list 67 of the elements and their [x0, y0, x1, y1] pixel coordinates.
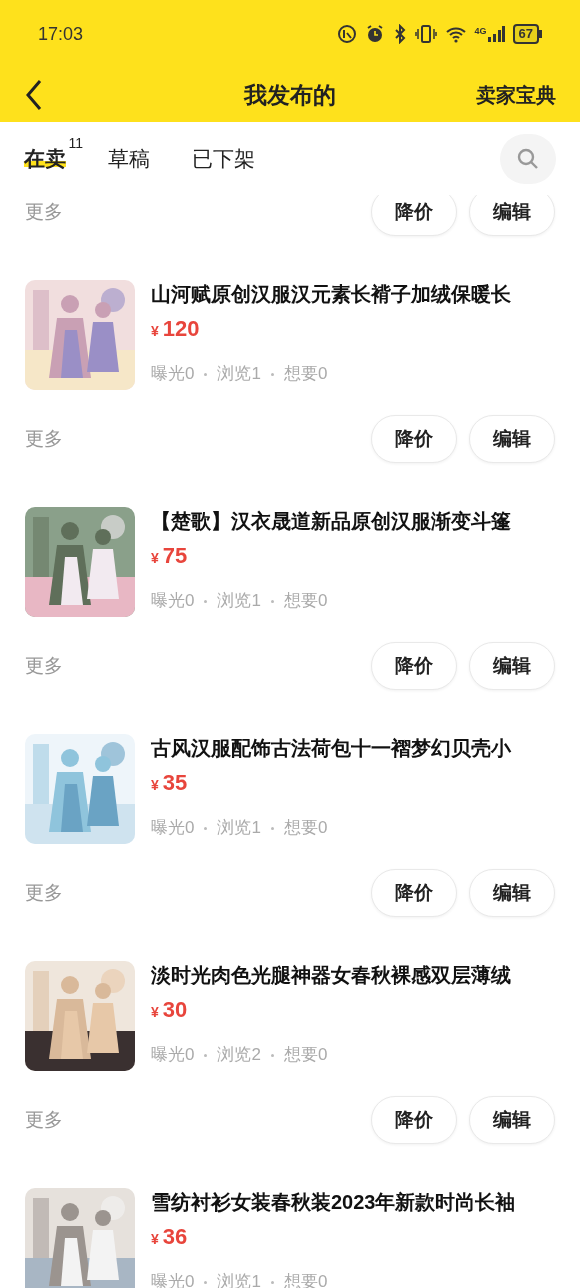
item-price: 36	[162, 1223, 188, 1251]
currency-symbol: ¥	[151, 1003, 159, 1022]
wifi-icon	[444, 25, 467, 43]
search-icon	[517, 147, 539, 170]
item-title[interactable]: 山河赋原创汉服汉元素长褙子加绒保暖长	[151, 280, 511, 308]
price-cut-button[interactable]: 降价	[371, 1096, 457, 1144]
currency-symbol: ¥	[151, 322, 159, 341]
item-stat: 曝光0	[151, 362, 195, 385]
battery-tip-icon	[539, 30, 542, 38]
item-stat: 浏览1	[217, 1270, 261, 1288]
price-cut-button[interactable]: 降价	[371, 195, 457, 236]
currency-symbol: ¥	[151, 776, 159, 795]
separator-dot-icon	[270, 1280, 274, 1284]
network-label: 4G	[474, 25, 487, 38]
item-stat: 曝光0	[151, 1043, 195, 1066]
data-saver-icon	[336, 24, 357, 44]
page-title: 我发布的	[244, 80, 336, 110]
price-cut-button[interactable]: 降价	[371, 869, 457, 917]
item-stat: 想要0	[283, 589, 328, 612]
item-stat: 浏览2	[217, 1043, 261, 1066]
item-stat: 想要0	[283, 816, 328, 839]
bluetooth-icon	[392, 24, 407, 44]
item-stat: 浏览1	[217, 362, 261, 385]
item-price: 35	[162, 769, 188, 797]
separator-dot-icon	[204, 1053, 208, 1057]
item-stat: 想要0	[283, 1270, 328, 1288]
price-cut-button[interactable]: 降价	[371, 642, 457, 690]
edit-button[interactable]: 编辑	[469, 642, 555, 690]
item-title[interactable]: 古风汉服配饰古法荷包十一褶梦幻贝壳小	[151, 734, 511, 762]
item-title[interactable]: 淡时光肉色光腿神器女春秋裸感双层薄绒	[151, 961, 511, 989]
item-price: 30	[162, 996, 188, 1024]
item-title[interactable]: 雪纺衬衫女装春秋装2023年新款时尚长袖	[151, 1188, 516, 1216]
back-icon[interactable]	[24, 78, 44, 112]
edit-button[interactable]: 编辑	[469, 1096, 555, 1144]
edit-button[interactable]: 编辑	[469, 195, 555, 236]
currency-symbol: ¥	[151, 1230, 159, 1249]
separator-dot-icon	[204, 1280, 208, 1284]
clock-time: 17:03	[38, 22, 84, 46]
item-stat: 曝光0	[151, 816, 195, 839]
separator-dot-icon	[270, 1053, 274, 1057]
item-price: 120	[162, 315, 200, 343]
tab[interactable]: 草稿	[108, 142, 150, 175]
seller-guide-link[interactable]: 卖家宝典	[476, 80, 556, 110]
separator-dot-icon	[204, 372, 208, 376]
item-title[interactable]: 【楚歌】汉衣晟道新品原创汉服渐变斗篷	[151, 507, 511, 535]
battery-level: 67	[512, 24, 539, 44]
edit-button[interactable]: 编辑	[469, 869, 555, 917]
item-stat: 曝光0	[151, 589, 195, 612]
separator-dot-icon	[270, 599, 274, 603]
currency-symbol: ¥	[151, 549, 159, 568]
item-stat: 想要0	[283, 362, 328, 385]
item-stat: 曝光0	[151, 1270, 195, 1288]
tab-count: 11	[68, 133, 83, 153]
edit-button[interactable]: 编辑	[469, 415, 555, 463]
separator-dot-icon	[270, 826, 274, 830]
item-stat: 浏览1	[217, 816, 261, 839]
search-button[interactable]	[500, 133, 556, 184]
signal-icon	[486, 25, 505, 43]
tab[interactable]: 已下架	[192, 142, 255, 175]
separator-dot-icon	[204, 599, 208, 603]
item-stat: 想要0	[283, 1043, 328, 1066]
item-price: 75	[162, 542, 188, 570]
price-cut-button[interactable]: 降价	[371, 415, 457, 463]
separator-dot-icon	[204, 826, 208, 830]
separator-dot-icon	[270, 372, 274, 376]
item-stat: 浏览1	[217, 589, 261, 612]
vibrate-icon	[414, 24, 437, 44]
